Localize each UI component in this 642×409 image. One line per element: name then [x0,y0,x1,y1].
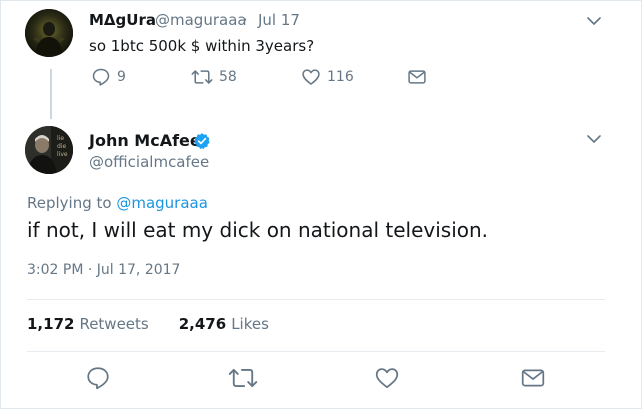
likes-count: 2,476 [178,315,227,333]
replying-to-line: Replying to @maguraaa [27,194,208,212]
like-heart-icon [302,69,320,85]
thread-connector-line [50,69,52,119]
parent-reply-button[interactable]: 9 [91,67,126,87]
svg-text:live: live [57,151,68,158]
svg-text:lie: lie [57,135,64,142]
author-handle[interactable]: @officialmcafee [89,153,209,171]
tweet-thread: MΔgUra @maguraaa · Jul 17 so 1btc 500k $… [0,0,642,409]
divider [27,299,605,300]
retweets-stat[interactable]: 1,172 Retweets [27,315,149,333]
tweet-stats: 1,172 Retweets 2,476 Likes [27,315,269,333]
like-button[interactable] [373,365,401,395]
avatar-officialmcafee[interactable]: lie die live [25,126,73,174]
retweet-button[interactable] [228,365,258,395]
chevron-down-icon[interactable] [587,134,601,144]
direct-message-icon [521,369,545,387]
author-display-name[interactable]: John McAfee [89,131,201,150]
reply-button[interactable] [85,365,111,395]
retweets-label: Retweets [79,315,149,333]
likes-label: Likes [231,315,269,333]
parent-dm-button[interactable] [407,67,427,87]
parent-display-name[interactable]: MΔgUra [89,11,156,29]
parent-date[interactable]: Jul 17 [258,11,300,29]
parent-like-count: 116 [327,69,354,85]
svg-text:die: die [57,143,66,150]
reply-icon [92,68,110,86]
parent-like-button[interactable]: 116 [301,67,354,87]
replying-to-mention-link[interactable]: @maguraaa [116,194,208,212]
like-heart-icon [375,368,399,389]
divider [27,351,605,352]
reply-icon [87,367,109,390]
retweet-icon [228,369,258,387]
parent-handle[interactable]: @maguraaa [155,11,247,29]
retweets-count: 1,172 [27,315,75,333]
parent-reply-count: 9 [117,69,126,85]
tweet-timestamp[interactable]: 3:02 PM · Jul 17, 2017 [27,262,180,278]
verified-badge-icon [194,133,210,150]
chevron-down-icon[interactable] [587,16,601,26]
direct-message-button[interactable] [519,365,547,395]
parent-tweet-text: so 1btc 500k $ within 3years? [89,37,315,55]
main-tweet-text: if not, I will eat my dick on national t… [27,218,489,242]
parent-retweet-button[interactable]: 58 [191,67,237,87]
likes-stat[interactable]: 2,476 Likes [179,315,269,333]
avatar-maguraaa[interactable] [25,9,73,57]
replying-to-prefix: Replying to [27,194,117,212]
retweet-icon [191,70,213,84]
parent-separator: · [243,11,248,29]
parent-retweet-count: 58 [219,69,237,85]
direct-message-icon [408,70,426,84]
